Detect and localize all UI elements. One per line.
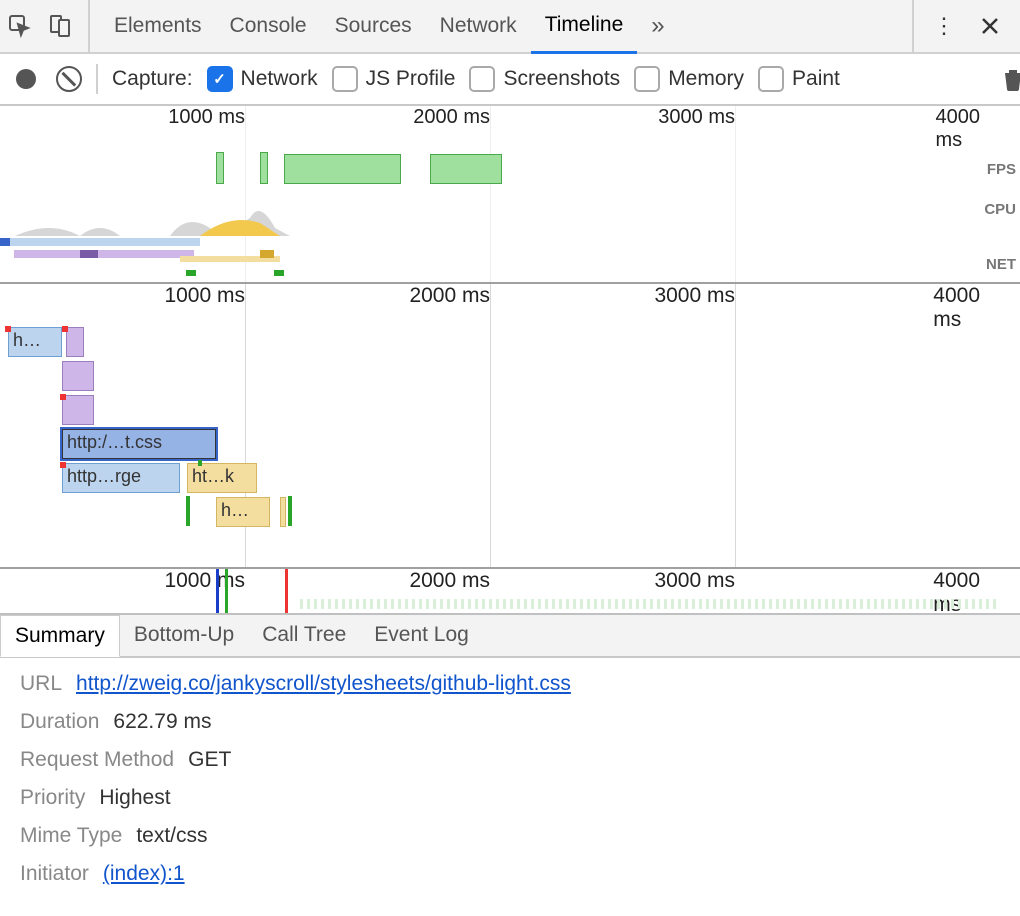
capture-memory[interactable]: Memory	[634, 66, 744, 92]
marker-tick-3000: 3000 ms	[654, 569, 735, 593]
dcl-marker	[216, 569, 219, 613]
initiator-link[interactable]: (index):1	[103, 862, 185, 886]
capture-screenshots-label: Screenshots	[503, 67, 620, 91]
tab-summary[interactable]: Summary	[0, 615, 120, 657]
duration-label: Duration	[20, 710, 99, 734]
tab-sources[interactable]: Sources	[321, 0, 426, 52]
flame-tick-3000: 3000 ms	[654, 284, 735, 308]
marker-tick-1000: 1000 ms	[164, 569, 245, 593]
tab-network[interactable]: Network	[426, 0, 531, 52]
capture-toolbar: Capture: Network JS Profile Screenshots …	[0, 54, 1020, 106]
url-label: URL	[20, 672, 62, 696]
initiator-label: Initiator	[20, 862, 89, 886]
network-bar[interactable]: h…	[216, 497, 270, 527]
overview-ruler: 1000 ms 2000 ms 3000 ms 4000 ms	[0, 106, 990, 126]
capture-label: Capture:	[112, 67, 193, 91]
duration-value: 622.79 ms	[113, 710, 211, 734]
marker-tick-2000: 2000 ms	[409, 569, 490, 593]
method-label: Request Method	[20, 748, 174, 772]
fp-marker	[225, 569, 228, 613]
tab-timeline[interactable]: Timeline	[531, 0, 638, 54]
close-icon[interactable]	[970, 6, 1010, 46]
timing-marker	[186, 496, 190, 526]
priority-label: Priority	[20, 786, 85, 810]
marker-strip[interactable]: 1000 ms 2000 ms 3000 ms 4000 ms	[0, 569, 1020, 615]
capture-network-label: Network	[241, 67, 318, 91]
ruler-tick-1000: 1000 ms	[168, 106, 245, 129]
network-bar[interactable]	[66, 327, 84, 357]
url-link[interactable]: http://zweig.co/jankyscroll/stylesheets/…	[76, 672, 571, 696]
overview-panel[interactable]: 1000 ms 2000 ms 3000 ms 4000 ms FPS CPU …	[0, 106, 1020, 284]
tab-overflow[interactable]: »	[637, 0, 678, 52]
device-mode-icon[interactable]	[40, 6, 80, 46]
capture-network[interactable]: Network	[207, 66, 318, 92]
tab-bottomup[interactable]: Bottom-Up	[120, 615, 248, 656]
network-bar[interactable]	[62, 395, 94, 425]
flame-tick-4000: 4000 ms	[933, 284, 980, 332]
network-bar[interactable]	[62, 361, 94, 391]
lane-fps: FPS	[987, 161, 1016, 178]
capture-memory-label: Memory	[668, 67, 744, 91]
network-bar[interactable]	[280, 497, 286, 527]
capture-jsprofile[interactable]: JS Profile	[332, 66, 456, 92]
flame-tick-1000: 1000 ms	[164, 284, 245, 308]
flame-tick-2000: 2000 ms	[409, 284, 490, 308]
tab-elements[interactable]: Elements	[100, 0, 216, 52]
timing-marker	[288, 496, 292, 526]
details-tabs: Summary Bottom-Up Call Tree Event Log	[0, 615, 1020, 658]
tab-eventlog[interactable]: Event Log	[360, 615, 483, 656]
tab-console[interactable]: Console	[216, 0, 321, 52]
capture-jsprofile-label: JS Profile	[366, 67, 456, 91]
mime-label: Mime Type	[20, 824, 122, 848]
timing-marker	[198, 460, 202, 466]
network-bar[interactable]: h…	[8, 327, 62, 357]
trash-icon[interactable]	[1002, 67, 1020, 91]
ruler-tick-4000: 4000 ms	[936, 106, 981, 152]
method-value: GET	[188, 748, 231, 772]
summary-panel: URL http://zweig.co/jankyscroll/styleshe…	[0, 658, 1020, 914]
mime-value: text/css	[136, 824, 207, 848]
network-bar[interactable]: http…rge	[62, 463, 180, 493]
clear-button[interactable]	[56, 66, 82, 92]
capture-paint[interactable]: Paint	[758, 66, 840, 92]
ruler-tick-3000: 3000 ms	[658, 106, 735, 129]
marker-tick-4000: 4000 ms	[933, 569, 980, 617]
record-button[interactable]	[16, 69, 36, 89]
priority-value: Highest	[99, 786, 170, 810]
devtools-toolbar: Elements Console Sources Network Timelin…	[0, 0, 1020, 54]
lane-cpu: CPU	[984, 201, 1016, 218]
load-marker	[285, 569, 288, 613]
activity-strip	[300, 599, 1000, 609]
lane-net: NET	[986, 256, 1016, 273]
network-bar-selected[interactable]: http:/…t.css	[62, 429, 216, 459]
separator	[96, 64, 98, 94]
capture-screenshots[interactable]: Screenshots	[469, 66, 620, 92]
flamechart-panel[interactable]: 1000 ms 2000 ms 3000 ms 4000 ms h… http:…	[0, 284, 1020, 569]
ruler-tick-2000: 2000 ms	[413, 106, 490, 129]
inspect-icon[interactable]	[0, 6, 40, 46]
tab-calltree[interactable]: Call Tree	[248, 615, 360, 656]
capture-paint-label: Paint	[792, 67, 840, 91]
kebab-menu-icon[interactable]: ⋮	[924, 6, 964, 46]
panel-tabs: Elements Console Sources Network Timelin…	[88, 0, 912, 52]
network-bar[interactable]: ht…k	[187, 463, 257, 493]
